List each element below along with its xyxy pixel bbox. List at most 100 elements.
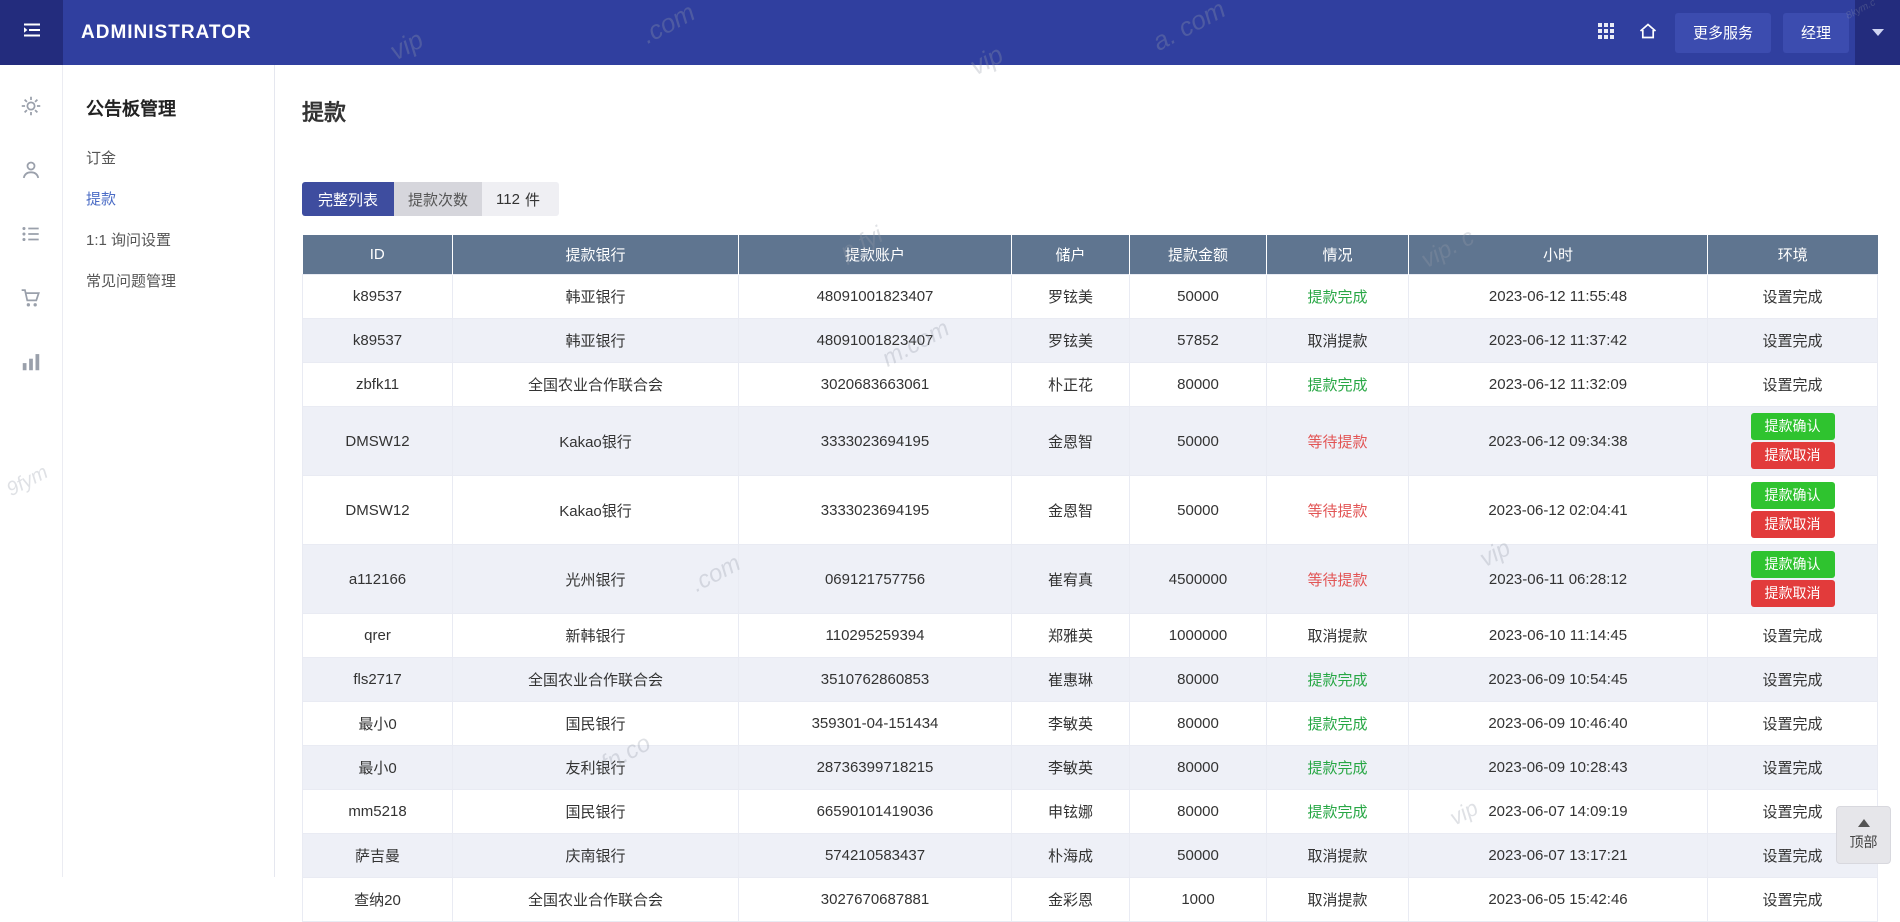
cell-amount: 80000 (1130, 702, 1267, 746)
cell-id: 最小0 (303, 746, 453, 790)
cell-amount: 50000 (1130, 834, 1267, 878)
back-to-top-button[interactable]: 顶部 (1836, 806, 1891, 864)
cell-status: 提款完成 (1267, 702, 1409, 746)
cell-holder: 金彩恩 (1012, 878, 1130, 922)
cell-id: mm5218 (303, 790, 453, 834)
filter-row: 完整列表 提款次数 112 件 (302, 182, 1900, 216)
table-row: mm5218国民银行66590101419036申铉娜80000提款完成2023… (303, 790, 1878, 834)
table-row: fls2717全国农业合作联合会3510762860853崔惠琳80000提款完… (303, 658, 1878, 702)
cell-id: qrer (303, 614, 453, 658)
sidebar-item-withdrawal[interactable]: 提款 (86, 188, 116, 209)
cell-time: 2023-06-07 13:17:21 (1409, 834, 1708, 878)
cell-bank: 全国农业合作联合会 (453, 878, 739, 922)
list-rail-button[interactable] (11, 215, 51, 255)
cell-time: 2023-06-12 02:04:41 (1409, 476, 1708, 545)
cell-amount: 80000 (1130, 790, 1267, 834)
main-content: 提款 完整列表 提款次数 112 件 ID提款银行提款账户储户提款金额情况小时环… (276, 65, 1900, 877)
users-rail-button[interactable] (11, 151, 51, 191)
cell-status: 取消提款 (1267, 878, 1409, 922)
cell-id: zbfk11 (303, 363, 453, 407)
table-row: DMSW12Kakao银行3333023694195金恩智50000等待提款20… (303, 476, 1878, 545)
orders-rail-button[interactable] (11, 279, 51, 319)
settings-rail-button[interactable] (11, 87, 51, 127)
cell-env: 设置完成 (1708, 363, 1878, 407)
cell-account: 48091001823407 (739, 319, 1012, 363)
cell-id: fls2717 (303, 658, 453, 702)
column-header: 提款银行 (453, 235, 739, 275)
cell-time: 2023-06-11 06:28:12 (1409, 545, 1708, 614)
cell-bank: 全国农业合作联合会 (453, 658, 739, 702)
chevron-down-icon (1872, 29, 1884, 36)
cell-account: 574210583437 (739, 834, 1012, 878)
sidebar-item-faq-management[interactable]: 常见问题管理 (86, 270, 176, 291)
column-header: 环境 (1708, 235, 1878, 275)
cell-time: 2023-06-09 10:46:40 (1409, 702, 1708, 746)
cell-bank: 庆南银行 (453, 834, 739, 878)
withdraw-confirm-button[interactable]: 提款确认 (1751, 482, 1835, 509)
cell-status: 取消提款 (1267, 834, 1409, 878)
app-title: ADMINISTRATOR (81, 22, 252, 44)
column-header: 储户 (1012, 235, 1130, 275)
cell-account: 3020683663061 (739, 363, 1012, 407)
manager-button[interactable]: 经理 (1783, 13, 1849, 53)
full-list-button[interactable]: 完整列表 (302, 182, 394, 216)
withdraw-confirm-button[interactable]: 提款确认 (1751, 551, 1835, 578)
cell-holder: 朴正花 (1012, 363, 1130, 407)
cell-account: 359301-04-151434 (739, 702, 1012, 746)
home-button[interactable] (1627, 0, 1669, 65)
cell-holder: 李敏英 (1012, 746, 1130, 790)
cell-holder: 罗铉美 (1012, 275, 1130, 319)
cell-holder: 申铉娜 (1012, 790, 1130, 834)
cell-time: 2023-06-10 11:14:45 (1409, 614, 1708, 658)
table-row: k89537韩亚银行48091001823407罗铉美57852取消提款2023… (303, 319, 1878, 363)
cell-status: 提款完成 (1267, 790, 1409, 834)
sidebar-item-inquiry-settings[interactable]: 1:1 询问设置 (86, 229, 171, 250)
cell-bank: 国民银行 (453, 702, 739, 746)
sidebar-menu: 公告板管理 订金 提款 1:1 询问设置 常见问题管理 (64, 65, 275, 877)
top-navbar: ADMINISTRATOR 更多服务 经理 (0, 0, 1900, 65)
record-count-value: 112 (496, 191, 520, 208)
sidebar-toggle-button[interactable] (0, 0, 63, 65)
withdraw-cancel-button[interactable]: 提款取消 (1751, 442, 1835, 469)
withdraw-confirm-button[interactable]: 提款确认 (1751, 413, 1835, 440)
cell-status: 等待提款 (1267, 476, 1409, 545)
cell-bank: Kakao银行 (453, 407, 739, 476)
cell-status: 提款完成 (1267, 746, 1409, 790)
cart-icon (20, 287, 42, 312)
cell-holder: 罗铉美 (1012, 319, 1130, 363)
cell-amount: 80000 (1130, 363, 1267, 407)
cell-account: 069121757756 (739, 545, 1012, 614)
cell-time: 2023-06-07 14:09:19 (1409, 790, 1708, 834)
cell-time: 2023-06-12 11:55:48 (1409, 275, 1708, 319)
withdraw-cancel-button[interactable]: 提款取消 (1751, 511, 1835, 538)
cell-time: 2023-06-09 10:28:43 (1409, 746, 1708, 790)
record-count-badge: 112 件 (482, 182, 559, 216)
withdraw-count-button[interactable]: 提款次数 (394, 182, 482, 216)
cell-time: 2023-06-12 11:37:42 (1409, 319, 1708, 363)
table-row: 最小0友利银行28736399718215李敏英80000提款完成2023-06… (303, 746, 1878, 790)
cell-amount: 80000 (1130, 658, 1267, 702)
cell-id: k89537 (303, 319, 453, 363)
user-icon (20, 159, 42, 184)
cell-status: 提款完成 (1267, 275, 1409, 319)
cell-env: 设置完成 (1708, 319, 1878, 363)
stats-rail-button[interactable] (11, 343, 51, 383)
cell-status: 等待提款 (1267, 545, 1409, 614)
column-header: 提款账户 (739, 235, 1012, 275)
cell-time: 2023-06-12 11:32:09 (1409, 363, 1708, 407)
withdraw-cancel-button[interactable]: 提款取消 (1751, 580, 1835, 607)
cell-holder: 金恩智 (1012, 476, 1130, 545)
more-services-button[interactable]: 更多服务 (1675, 13, 1771, 53)
cell-bank: 全国农业合作联合会 (453, 363, 739, 407)
cell-amount: 50000 (1130, 476, 1267, 545)
column-header: 小时 (1409, 235, 1708, 275)
cell-account: 3333023694195 (739, 407, 1012, 476)
account-dropdown-button[interactable] (1855, 0, 1900, 65)
withdrawals-table: ID提款银行提款账户储户提款金额情况小时环境 k89537韩亚银行4809100… (302, 235, 1878, 922)
sidebar-item-deposit[interactable]: 订金 (86, 147, 116, 168)
column-header: 情况 (1267, 235, 1409, 275)
cell-env: 设置完成 (1708, 614, 1878, 658)
home-icon (1638, 21, 1658, 44)
cell-id: DMSW12 (303, 407, 453, 476)
apps-grid-button[interactable] (1585, 0, 1627, 65)
